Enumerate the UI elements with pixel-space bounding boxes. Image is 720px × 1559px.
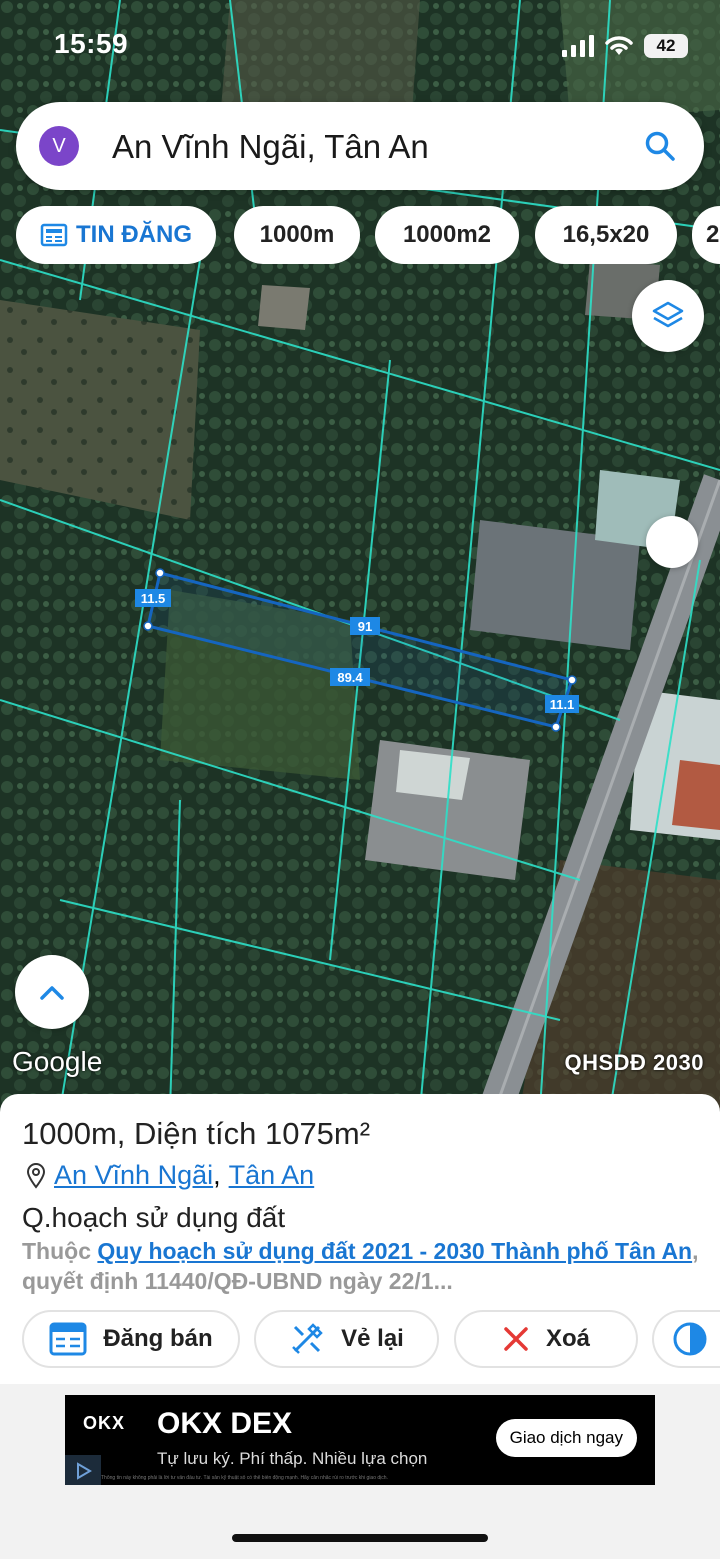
close-icon <box>504 1327 528 1351</box>
planning-description: Thuộc Quy hoạch sử dụng đất 2021 - 2030 … <box>22 1236 702 1296</box>
layers-button[interactable] <box>632 280 704 352</box>
chip-1000m[interactable]: 1000m <box>234 206 360 264</box>
edge-length-right: 11.1 <box>550 697 575 712</box>
ad-banner[interactable]: OKX OKX DEX Tự lưu ký. Phí thấp. Nhiều l… <box>65 1395 655 1485</box>
ad-cta-button[interactable]: Giao dịch ngay <box>495 1419 637 1457</box>
ad-logo: OKX <box>83 1413 126 1433</box>
location-link-city[interactable]: Tân An <box>229 1160 315 1191</box>
ad-choices-icon[interactable] <box>65 1455 101 1485</box>
redraw-label: Vẻ lại <box>341 1325 404 1352</box>
location-pin-icon <box>26 1162 46 1189</box>
post-sale-icon <box>49 1322 87 1356</box>
parcel-title: 1000m, Diện tích 1075m² <box>22 1116 371 1151</box>
planning-link[interactable]: Quy hoạch sử dụng đất 2021 - 2030 Thành … <box>97 1238 692 1264</box>
search-bar[interactable]: V An Vĩnh Ngãi, Tân An <box>16 102 704 190</box>
ad-brand: OKX DEX <box>157 1407 293 1440</box>
chip-label: 1000m2 <box>402 221 492 248</box>
side-panel-handle[interactable] <box>646 516 698 568</box>
delete-button[interactable]: Xoá <box>454 1310 638 1368</box>
chip-1000m2[interactable]: 1000m2 <box>375 206 519 264</box>
status-bar: 15:59 42 <box>0 0 720 90</box>
edge-length-top: 91 <box>358 619 372 634</box>
delete-label: Xoá <box>545 1325 590 1352</box>
building-roof <box>396 750 470 800</box>
chip-16-5x20[interactable]: 16,5x20 <box>535 206 677 264</box>
chip-label: 2 <box>706 221 720 248</box>
post-sale-button[interactable]: Đăng bán <box>22 1310 240 1368</box>
parcel-vertex[interactable] <box>567 675 577 685</box>
google-attribution: Google <box>12 1046 103 1077</box>
planning-heading: Q.hoạch sử dụng đất <box>22 1202 286 1233</box>
building-roof <box>258 285 310 330</box>
ad-fine-print: Thông tin này không phải là lời tư vấn đ… <box>101 1475 388 1481</box>
chip-label: TIN ĐĂNG <box>76 221 192 248</box>
chip-label: 16,5x20 <box>562 221 650 248</box>
redraw-button[interactable]: Vẻ lại <box>254 1310 439 1368</box>
status-time: 15:59 <box>54 28 129 59</box>
contrast-icon <box>673 1322 707 1356</box>
chip-label: 1000m <box>259 221 335 248</box>
contrast-button[interactable] <box>652 1310 720 1368</box>
location-link-ward[interactable]: An Vĩnh Ngãi <box>54 1160 213 1191</box>
search-input[interactable]: An Vĩnh Ngãi, Tân An <box>112 128 429 166</box>
battery-icon: 42 <box>644 34 688 58</box>
status-indicators: 42 <box>562 32 688 60</box>
expand-sheet-button[interactable] <box>15 955 89 1029</box>
chevron-up-icon <box>40 986 64 1000</box>
planning-prefix: Thuộc <box>22 1238 98 1264</box>
edge-length-bottom: 89.4 <box>337 670 363 685</box>
chip-tin-dang[interactable]: TIN ĐĂNG <box>16 206 216 264</box>
parcel-vertex[interactable] <box>155 568 165 578</box>
search-icon[interactable] <box>644 130 676 162</box>
edge-length-left: 11.5 <box>141 591 166 606</box>
parcel-vertex[interactable] <box>551 722 561 732</box>
parcel-vertex[interactable] <box>143 621 153 631</box>
wifi-icon <box>605 36 633 55</box>
layers-icon <box>652 301 684 328</box>
building-roof <box>672 760 720 830</box>
newspaper-icon <box>40 223 68 247</box>
post-sale-label: Đăng bán <box>103 1325 213 1352</box>
cellular-signal-icon <box>562 35 594 57</box>
ad-tagline: Tự lưu ký. Phí thấp. Nhiều lựa chọn <box>157 1449 428 1468</box>
parcel-location: An Vĩnh Ngãi, Tân An <box>26 1160 314 1191</box>
layer-name-label: QHSDĐ 2030 <box>564 1050 704 1075</box>
redraw-icon <box>292 1323 323 1354</box>
home-indicator[interactable] <box>232 1534 488 1542</box>
location-separator: , <box>213 1160 221 1190</box>
avatar[interactable]: V <box>39 126 79 166</box>
